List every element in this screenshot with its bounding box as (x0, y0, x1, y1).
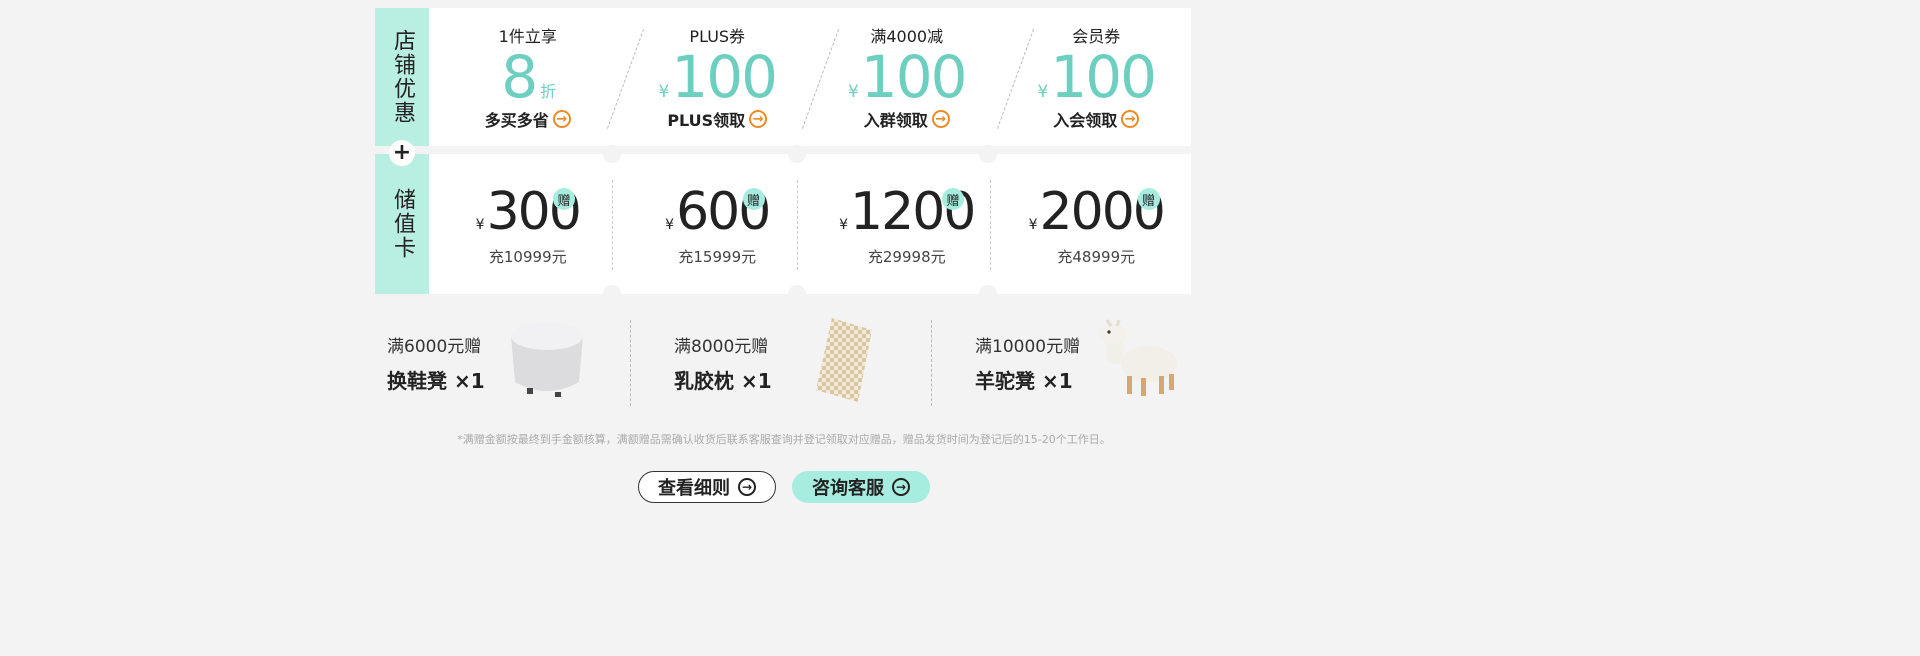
gift-name: 羊驼凳 ×1 (975, 369, 1073, 393)
store-offers-label: 店铺优惠 (375, 8, 429, 146)
stored-card[interactable]: ¥1200 赠 充29998元 (812, 154, 1002, 294)
coupon-value: 8 (501, 43, 538, 111)
arrow-right-icon: → (552, 110, 571, 128)
stool-image (507, 316, 587, 406)
coupon-action[interactable]: PLUS领取 → (667, 107, 768, 131)
gift-name: 换鞋凳 ×1 (387, 369, 485, 393)
gift-badge: 赠 (742, 188, 765, 210)
coupon-discount[interactable]: 1件立享 8折 多买多省 → (433, 8, 623, 146)
stored-card[interactable]: ¥2000 赠 充48999元 (1002, 154, 1192, 294)
card-condition: 充29998元 (867, 248, 946, 266)
view-rules-button[interactable]: 查看细则 → (638, 471, 776, 503)
gift-badge: 赠 (1137, 188, 1160, 210)
gift-row: 满6000元赠 换鞋凳 ×1 满8000元赠 乳胶枕 ×1 满10000元赠 羊… (375, 310, 1191, 410)
contact-service-button[interactable]: 咨询客服 → (792, 471, 930, 503)
coupon-value: 100 (860, 43, 968, 111)
card-condition: 充15999元 (678, 248, 757, 266)
arrow-right-icon: → (1121, 110, 1140, 128)
gift-name: 乳胶枕 ×1 (674, 369, 772, 393)
promo-module: 店铺优惠 1件立享 8折 多买多省 → PLUS券 ¥100 PLUS领取 → 满4… (375, 8, 1192, 303)
divider (612, 180, 613, 270)
stored-card[interactable]: ¥600 赠 充15999元 (623, 154, 813, 294)
alpaca-stool-image (1097, 314, 1183, 404)
coupon-value: 100 (1050, 43, 1157, 111)
plus-icon: + (389, 140, 415, 166)
stored-value-label: 储值卡 (375, 154, 429, 294)
coupon-action[interactable]: 入群领取 → (864, 107, 950, 131)
coupon-action[interactable]: 多买多省 → (485, 107, 571, 131)
gift-badge: 赠 (942, 188, 964, 210)
disclaimer-note: *满赠金额按最终到手金额核算，满额赠品需确认收货后联系客服查询并登记领取对应赠品… (457, 433, 1111, 446)
divider (931, 320, 932, 406)
pillow-image (810, 314, 880, 410)
coupon-value: 100 (671, 43, 778, 111)
gift-badge: 赠 (553, 188, 575, 210)
gift-threshold: 满6000元赠 (387, 337, 482, 357)
gift-item: 满10000元赠 羊驼凳 ×1 (975, 310, 1080, 394)
divider (797, 180, 798, 270)
arrow-right-icon: → (892, 478, 910, 496)
divider (630, 320, 631, 406)
gift-item: 满6000元赠 换鞋凳 ×1 (387, 310, 485, 394)
arrow-right-icon: → (749, 110, 768, 128)
gift-threshold: 满8000元赠 (674, 337, 769, 357)
store-offers-panel: 店铺优惠 1件立享 8折 多买多省 → PLUS券 ¥100 PLUS领取 → 满4… (375, 8, 1191, 146)
coupon-action[interactable]: 入会领取 → (1053, 107, 1140, 131)
gift-item: 满8000元赠 乳胶枕 ×1 (674, 310, 772, 394)
divider (990, 180, 991, 270)
arrow-right-icon: → (738, 478, 756, 496)
coupon-member[interactable]: 会员券 ¥100 入会领取 → (1002, 8, 1192, 146)
card-condition: 充10999元 (488, 248, 567, 266)
stored-value-panel: 储值卡 ¥300 赠 充10999元 ¥600 赠 充15999元 ¥1200 … (375, 145, 1192, 303)
arrow-right-icon: → (931, 110, 950, 128)
card-condition: 充48999元 (1057, 248, 1136, 266)
coupon-group[interactable]: 满4000减 ¥100 入群领取 → (812, 8, 1002, 146)
gift-threshold: 满10000元赠 (975, 337, 1081, 357)
coupon-plus[interactable]: PLUS券 ¥100 PLUS领取 → (623, 8, 813, 146)
stored-card[interactable]: ¥300 赠 充10999元 (433, 154, 623, 294)
